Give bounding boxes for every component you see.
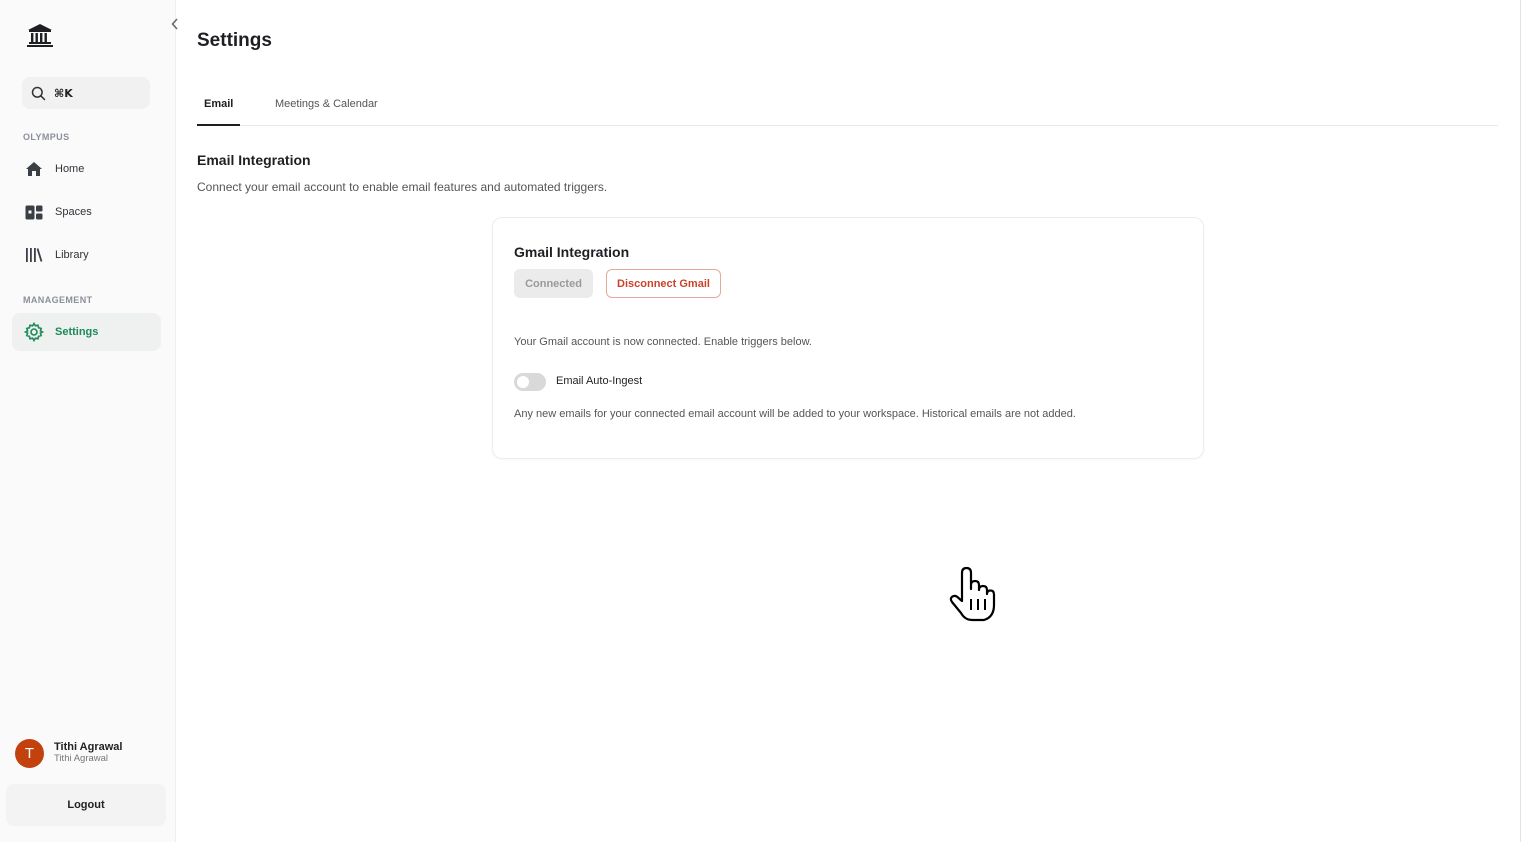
sidebar-item-label: Spaces: [55, 206, 92, 218]
logout-button[interactable]: Logout: [6, 784, 166, 826]
sidebar-item-label: Library: [55, 249, 89, 261]
sidebar-item-label: Settings: [55, 326, 99, 338]
auto-ingest-help-text: Any new emails for your connected email …: [514, 408, 1076, 420]
page-title: Settings: [197, 30, 272, 51]
sidebar-item-home[interactable]: Home: [12, 150, 161, 188]
card-title: Gmail Integration: [514, 244, 630, 260]
sidebar-item-settings[interactable]: Settings: [12, 313, 161, 351]
user-name: Tithi Agrawal: [54, 741, 123, 753]
avatar: T: [15, 738, 44, 768]
tab-bar: Email Meetings & Calendar: [197, 88, 1498, 126]
disconnect-gmail-button[interactable]: Disconnect Gmail: [606, 269, 721, 298]
connected-badge: Connected: [514, 269, 593, 298]
chevron-left-icon[interactable]: [168, 18, 182, 34]
section-label-olympus: OLYMPUS: [23, 132, 70, 142]
section-title: Email Integration: [197, 152, 311, 168]
connection-status-text: Your Gmail account is now connected. Ena…: [514, 336, 812, 348]
sidebar-item-library[interactable]: Library: [12, 236, 161, 274]
app-window: ⌘K OLYMPUS Home Spaces Library MANAGEMEN…: [0, 0, 1521, 842]
hand-pointer-cursor-icon: [944, 565, 998, 623]
search-icon: [31, 86, 46, 100]
search-input[interactable]: ⌘K: [22, 77, 150, 109]
bank-logo-icon[interactable]: [26, 22, 54, 48]
tab-email[interactable]: Email: [197, 98, 241, 126]
email-auto-ingest-toggle[interactable]: [514, 373, 546, 391]
toggle-knob: [517, 376, 529, 388]
tab-meetings-calendar[interactable]: Meetings & Calendar: [275, 98, 378, 126]
sidebar-item-label: Home: [55, 163, 85, 175]
toggle-label: Email Auto-Ingest: [556, 375, 643, 387]
search-shortcut: ⌘K: [54, 86, 73, 100]
sidebar: ⌘K OLYMPUS Home Spaces Library MANAGEMEN…: [0, 0, 178, 842]
library-icon: [24, 245, 44, 265]
sidebar-item-spaces[interactable]: Spaces: [12, 193, 161, 231]
spaces-icon: [24, 202, 44, 222]
user-subtitle: Tithi Agrawal: [54, 753, 109, 764]
home-icon: [24, 159, 44, 179]
section-label-management: MANAGEMENT: [23, 295, 93, 305]
gear-icon: [24, 322, 44, 342]
gmail-integration-card: Gmail Integration Connected Disconnect G…: [492, 217, 1204, 459]
user-profile[interactable]: T Tithi Agrawal Tithi Agrawal: [15, 737, 165, 769]
section-description: Connect your email account to enable ema…: [197, 180, 608, 194]
